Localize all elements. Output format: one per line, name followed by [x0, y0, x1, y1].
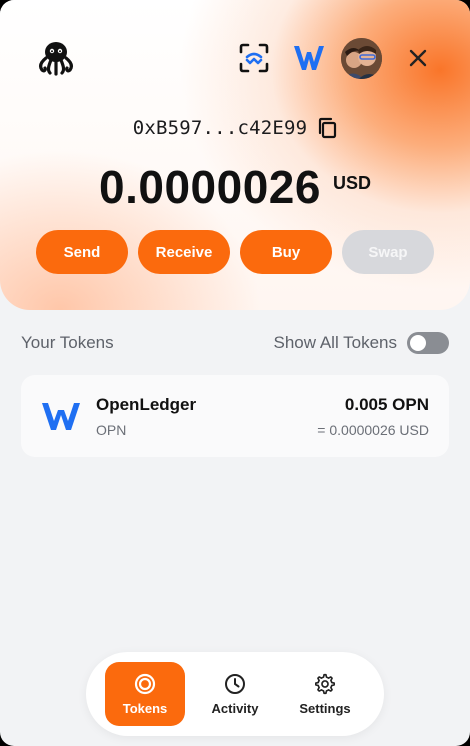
close-icon[interactable] [406, 46, 430, 70]
openledger-logo-icon [42, 403, 80, 430]
tokens-title: Your Tokens [21, 333, 114, 352]
show-all-tokens-label: Show All Tokens [273, 333, 397, 352]
balance-currency: USD [332, 173, 371, 193]
wallet-panel: 0xB597...c42E99 0.0000026 USD Send Recei… [0, 0, 470, 746]
address-row: 0xB597...c42E99 [0, 115, 470, 141]
show-all-tokens: Show All Tokens [274, 332, 449, 354]
wallet-scan-button[interactable] [237, 41, 271, 75]
buy-button[interactable]: Buy [240, 230, 332, 274]
copy-icon[interactable] [317, 117, 337, 139]
token-usd-value: = 0.0000026 USD [317, 422, 429, 438]
tab-settings[interactable]: Settings [285, 662, 365, 726]
show-all-tokens-toggle[interactable] [407, 332, 449, 354]
tab-activity[interactable]: Activity [195, 662, 275, 726]
gear-icon [315, 673, 335, 694]
clock-icon [225, 673, 245, 694]
receive-button[interactable]: Receive [138, 230, 230, 274]
tab-tokens[interactable]: Tokens [105, 662, 185, 726]
action-buttons: Send Receive Buy Swap [36, 230, 436, 274]
octopus-icon [39, 42, 73, 76]
balance-row: 0.0000026 USD [0, 160, 470, 213]
w-logo-icon[interactable] [293, 44, 325, 72]
balance-amount: 0.0000026 [99, 161, 321, 213]
tokens-header: Your Tokens Show All Tokens [21, 330, 449, 356]
avatar[interactable] [341, 38, 382, 79]
token-name: OpenLedger [96, 395, 197, 414]
wallet-address: 0xB597...c42E99 [132, 117, 308, 139]
swap-button[interactable]: Swap [342, 230, 434, 274]
avatar-photo-icon [341, 38, 382, 79]
send-button[interactable]: Send [36, 230, 128, 274]
token-amount: 0.005 OPN [344, 395, 429, 414]
tab-activity-label: Activity [211, 700, 259, 716]
wallet-scan-icon [239, 43, 269, 73]
account-hero: 0xB597...c42E99 0.0000026 USD Send Recei… [0, 0, 470, 310]
token-row[interactable]: OpenLedger OPN 0.005 OPN = 0.0000026 USD [21, 375, 449, 457]
bottom-nav: Tokens Activity Settings [86, 652, 384, 736]
toggle-knob [410, 335, 426, 351]
tab-settings-label: Settings [299, 700, 351, 716]
token-symbol: OPN [96, 422, 127, 438]
tab-tokens-label: Tokens [122, 700, 168, 716]
tokens-icon [134, 673, 156, 694]
